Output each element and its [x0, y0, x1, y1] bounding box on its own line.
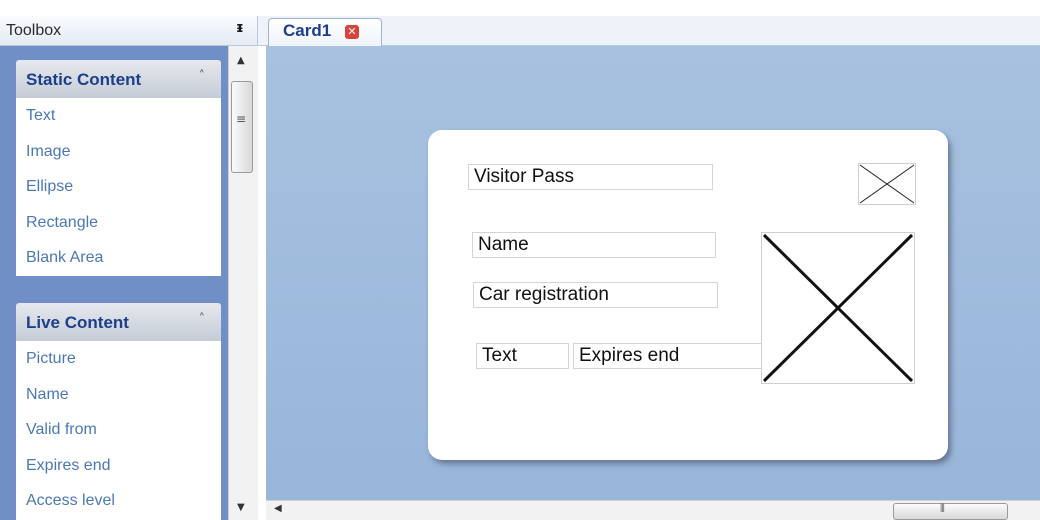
image-placeholder-icon[interactable]: [761, 232, 915, 384]
grip-icon: ⦀: [940, 502, 945, 515]
card-field-car-registration[interactable]: Car registration: [473, 282, 718, 308]
toolbox-item-text[interactable]: Text: [16, 98, 221, 134]
close-icon[interactable]: ✕: [345, 25, 359, 39]
toolbox-item-rectangle[interactable]: Rectangle: [16, 205, 221, 241]
group-list-live-content: Picture Name Valid from Expires end Acce…: [16, 341, 221, 520]
pin-icon[interactable]: ᵻ: [236, 20, 244, 36]
horizontal-scrollbar-thumb[interactable]: [893, 503, 1008, 520]
card-field-text[interactable]: Text: [476, 343, 569, 369]
double-chevron-up-icon[interactable]: ˄: [199, 312, 206, 327]
double-chevron-up-icon[interactable]: ˄: [199, 69, 206, 84]
group-title: Static Content: [26, 70, 142, 89]
toolbox-item-name[interactable]: Name: [16, 377, 221, 413]
scroll-down-arrow-icon[interactable]: ▼: [237, 502, 245, 513]
card-field-name[interactable]: Name: [472, 232, 716, 258]
group-header-static-content[interactable]: Static Content ˄: [16, 60, 221, 98]
image-placeholder-icon[interactable]: [858, 163, 916, 205]
scroll-left-arrow-icon[interactable]: ◀: [274, 503, 282, 514]
toolbox-scrollbar-thumb[interactable]: [231, 81, 253, 173]
card-field-expires-end[interactable]: Expires end: [573, 343, 763, 369]
group-title: Live Content: [26, 313, 129, 332]
canvas-border: [258, 46, 266, 520]
scroll-up-arrow-icon[interactable]: ▲: [237, 55, 245, 66]
toolbox-item-expires-end[interactable]: Expires end: [16, 448, 221, 484]
toolbox-item-ellipse[interactable]: Ellipse: [16, 169, 221, 205]
toolbox-title: Toolbox: [6, 22, 62, 39]
toolbox-item-blank-area[interactable]: Blank Area: [16, 240, 221, 276]
toolbox-item-image[interactable]: Image: [16, 134, 221, 170]
group-header-live-content[interactable]: Live Content ˄: [16, 303, 221, 341]
group-list-static-content: Text Image Ellipse Rectangle Blank Area: [16, 98, 221, 276]
toolbox-item-valid-from[interactable]: Valid from: [16, 412, 221, 448]
grip-icon: ≡: [236, 112, 247, 126]
card-field-title[interactable]: Visitor Pass: [468, 164, 713, 190]
tab-label: Card1: [283, 21, 332, 40]
toolbox-item-picture[interactable]: Picture: [16, 341, 221, 377]
toolbox-item-access-level[interactable]: Access level: [16, 483, 221, 519]
